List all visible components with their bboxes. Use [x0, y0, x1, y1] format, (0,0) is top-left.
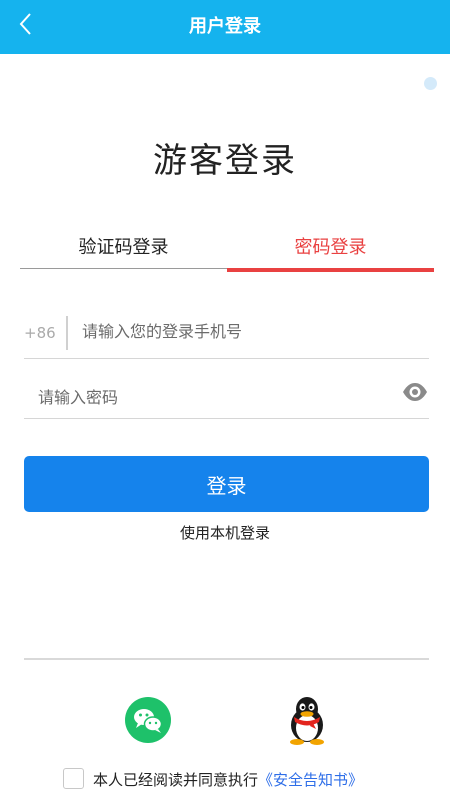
page-title: 游客登录	[153, 141, 297, 181]
country-code[interactable]: +86	[24, 324, 56, 342]
tab-code-login[interactable]: 验证码登录	[20, 228, 227, 269]
agreement-checkbox[interactable]	[63, 768, 84, 789]
eye-icon[interactable]	[401, 380, 429, 404]
page-header-title: 用户登录	[189, 16, 261, 37]
password-input[interactable]	[38, 382, 388, 412]
divider	[24, 658, 429, 660]
top-bar: 用户登录	[0, 0, 450, 54]
phone-row: +86	[24, 310, 429, 359]
phone-input[interactable]	[82, 316, 422, 346]
floating-dot	[424, 77, 437, 90]
agreement-text: 本人已经阅读并同意执行《安全告知书》	[93, 769, 363, 790]
wechat-icon	[125, 697, 171, 743]
agreement-row: 本人已经阅读并同意执行《安全告知书》	[63, 767, 443, 791]
qq-login-button[interactable]	[283, 695, 331, 745]
tab-password-login[interactable]: 密码登录	[227, 228, 434, 272]
agreement-statement: 本人已经阅读并同意执行	[93, 771, 259, 789]
wechat-login-button[interactable]	[125, 697, 171, 743]
login-tabs: 验证码登录 密码登录	[20, 228, 434, 272]
qq-icon	[290, 697, 324, 745]
local-login-link[interactable]: 使用本机登录	[0, 522, 450, 543]
safety-notice-link[interactable]: 《安全告知书》	[258, 771, 363, 789]
separator	[66, 316, 68, 350]
login-button[interactable]: 登录	[24, 456, 429, 512]
password-row	[24, 370, 429, 419]
